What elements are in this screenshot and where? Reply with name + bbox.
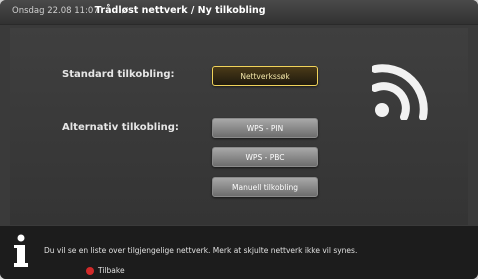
back-button[interactable]: Tilbake [98, 266, 125, 275]
network-search-button[interactable]: Nettverkssøk [212, 66, 318, 86]
wifi-signal-icon [372, 64, 428, 120]
datetime: Onsdag 22.08 11:07 [12, 6, 99, 16]
alternative-connection-label: Alternativ tilkobling: [62, 122, 179, 133]
connection-panel: Standard tilkobling: Alternativ tilkobli… [10, 28, 468, 225]
wps-pin-button[interactable]: WPS - PIN [212, 118, 318, 138]
header-bar: Onsdag 22.08 11:07 Trådløst nettverk / N… [0, 0, 478, 25]
breadcrumb: Trådløst nettverk / Ny tilkobling [95, 5, 266, 16]
standard-connection-label: Standard tilkobling: [62, 69, 175, 80]
info-bar: Du vil se en liste over tilgjengelige ne… [0, 226, 478, 279]
wps-pbc-button[interactable]: WPS - PBC [212, 147, 318, 167]
red-key-icon [86, 267, 94, 275]
tv-screen: Onsdag 22.08 11:07 Trådløst nettverk / N… [0, 0, 478, 279]
manual-connection-button[interactable]: Manuell tilkobling [212, 177, 318, 197]
info-icon [14, 234, 28, 267]
info-message: Du vil se en liste over tilgjengelige ne… [44, 246, 358, 255]
